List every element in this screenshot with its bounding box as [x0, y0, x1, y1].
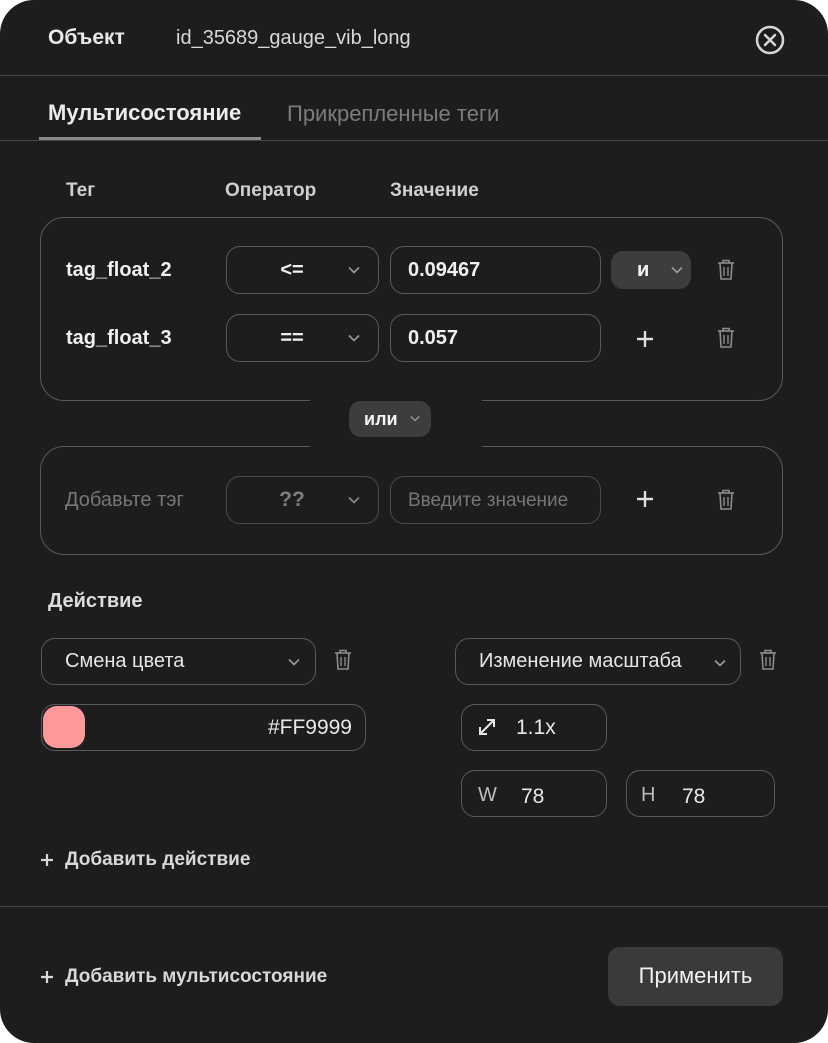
add-action-label: Добавить действие	[65, 849, 251, 870]
connector-and-label: и	[637, 259, 650, 281]
column-operator: Оператор	[225, 180, 317, 201]
close-icon[interactable]	[754, 24, 786, 56]
header-label: Объект	[48, 26, 125, 49]
width-label: W	[478, 784, 497, 806]
height-label: H	[641, 784, 656, 806]
tab-multistate[interactable]: Мультисостояние	[48, 100, 241, 126]
operator-value: <=	[280, 259, 304, 281]
scale-action-select[interactable]: Изменение масштаба	[455, 638, 741, 685]
operator-select[interactable]: ??	[226, 476, 379, 524]
value-text: 0.057	[408, 327, 459, 349]
apply-button-label: Применить	[638, 963, 753, 988]
connector-or-select[interactable]: или	[349, 401, 431, 437]
value-text: 0.09467	[408, 259, 481, 281]
plus-icon	[40, 970, 54, 984]
chevron-down-icon	[671, 266, 683, 274]
height-input[interactable]: H 78	[626, 770, 775, 817]
color-action-select[interactable]: Смена цвета	[41, 638, 316, 685]
tab-attached-tags[interactable]: Прикрепленные теги	[287, 101, 499, 127]
column-value: Значение	[390, 180, 479, 201]
add-condition-icon[interactable]	[635, 329, 655, 349]
chevron-down-icon	[348, 496, 360, 504]
trash-icon[interactable]	[717, 327, 735, 349]
trash-icon[interactable]	[717, 489, 735, 511]
height-value: 78	[682, 785, 706, 808]
chevron-down-icon	[714, 659, 726, 667]
value-input[interactable]: Введите значение	[390, 476, 601, 524]
connector-and-select[interactable]: и	[611, 251, 691, 289]
add-action-button[interactable]: Добавить действие	[40, 848, 280, 874]
color-swatch[interactable]	[43, 706, 85, 748]
chevron-down-icon	[348, 266, 360, 274]
trash-icon[interactable]	[717, 259, 735, 281]
chevron-down-icon	[348, 334, 360, 342]
apply-button[interactable]: Применить	[608, 947, 783, 1006]
add-multistate-label: Добавить мультисостояние	[65, 966, 328, 987]
trash-icon[interactable]	[334, 649, 352, 671]
add-tag-placeholder[interactable]: Добавьте тэг	[65, 489, 184, 512]
chevron-down-icon	[410, 415, 420, 422]
color-hex-value: #FF9999	[267, 716, 352, 739]
value-input[interactable]: 0.09467	[390, 246, 601, 294]
operator-value: ??	[279, 488, 305, 511]
scale-factor-value: 1.1x	[516, 716, 556, 739]
width-value: 78	[521, 785, 545, 808]
add-condition-icon[interactable]	[635, 489, 655, 509]
condition-group-1	[40, 217, 783, 401]
color-picker-field[interactable]: #FF9999	[41, 704, 366, 751]
expand-arrows-icon	[476, 716, 498, 738]
footer-divider	[0, 906, 828, 907]
trash-icon[interactable]	[759, 649, 777, 671]
width-input[interactable]: W 78	[461, 770, 607, 817]
add-multistate-button[interactable]: Добавить мультисостояние	[40, 965, 360, 991]
group-connector-gap-lower	[310, 440, 482, 450]
plus-icon	[40, 853, 54, 867]
value-input[interactable]: 0.057	[390, 314, 601, 362]
scale-factor-input[interactable]: 1.1x	[461, 704, 607, 751]
header-divider	[0, 75, 828, 76]
connector-or-label: или	[364, 409, 398, 429]
operator-select[interactable]: ==	[226, 314, 379, 362]
color-action-label: Смена цвета	[65, 650, 185, 672]
operator-select[interactable]: <=	[226, 246, 379, 294]
object-id: id_35689_gauge_vib_long	[176, 27, 411, 49]
chevron-down-icon	[288, 658, 300, 666]
scale-action-label: Изменение масштаба	[479, 650, 682, 672]
tabs-divider	[0, 140, 828, 141]
condition-tag: tag_float_2	[66, 259, 172, 281]
operator-value: ==	[280, 327, 304, 349]
column-tag: Тег	[66, 180, 96, 201]
value-placeholder: Введите значение	[408, 490, 569, 511]
multistate-dialog: Объект id_35689_gauge_vib_long Мультисос…	[0, 0, 828, 1043]
condition-tag: tag_float_3	[66, 327, 172, 349]
actions-title: Действие	[48, 590, 143, 612]
